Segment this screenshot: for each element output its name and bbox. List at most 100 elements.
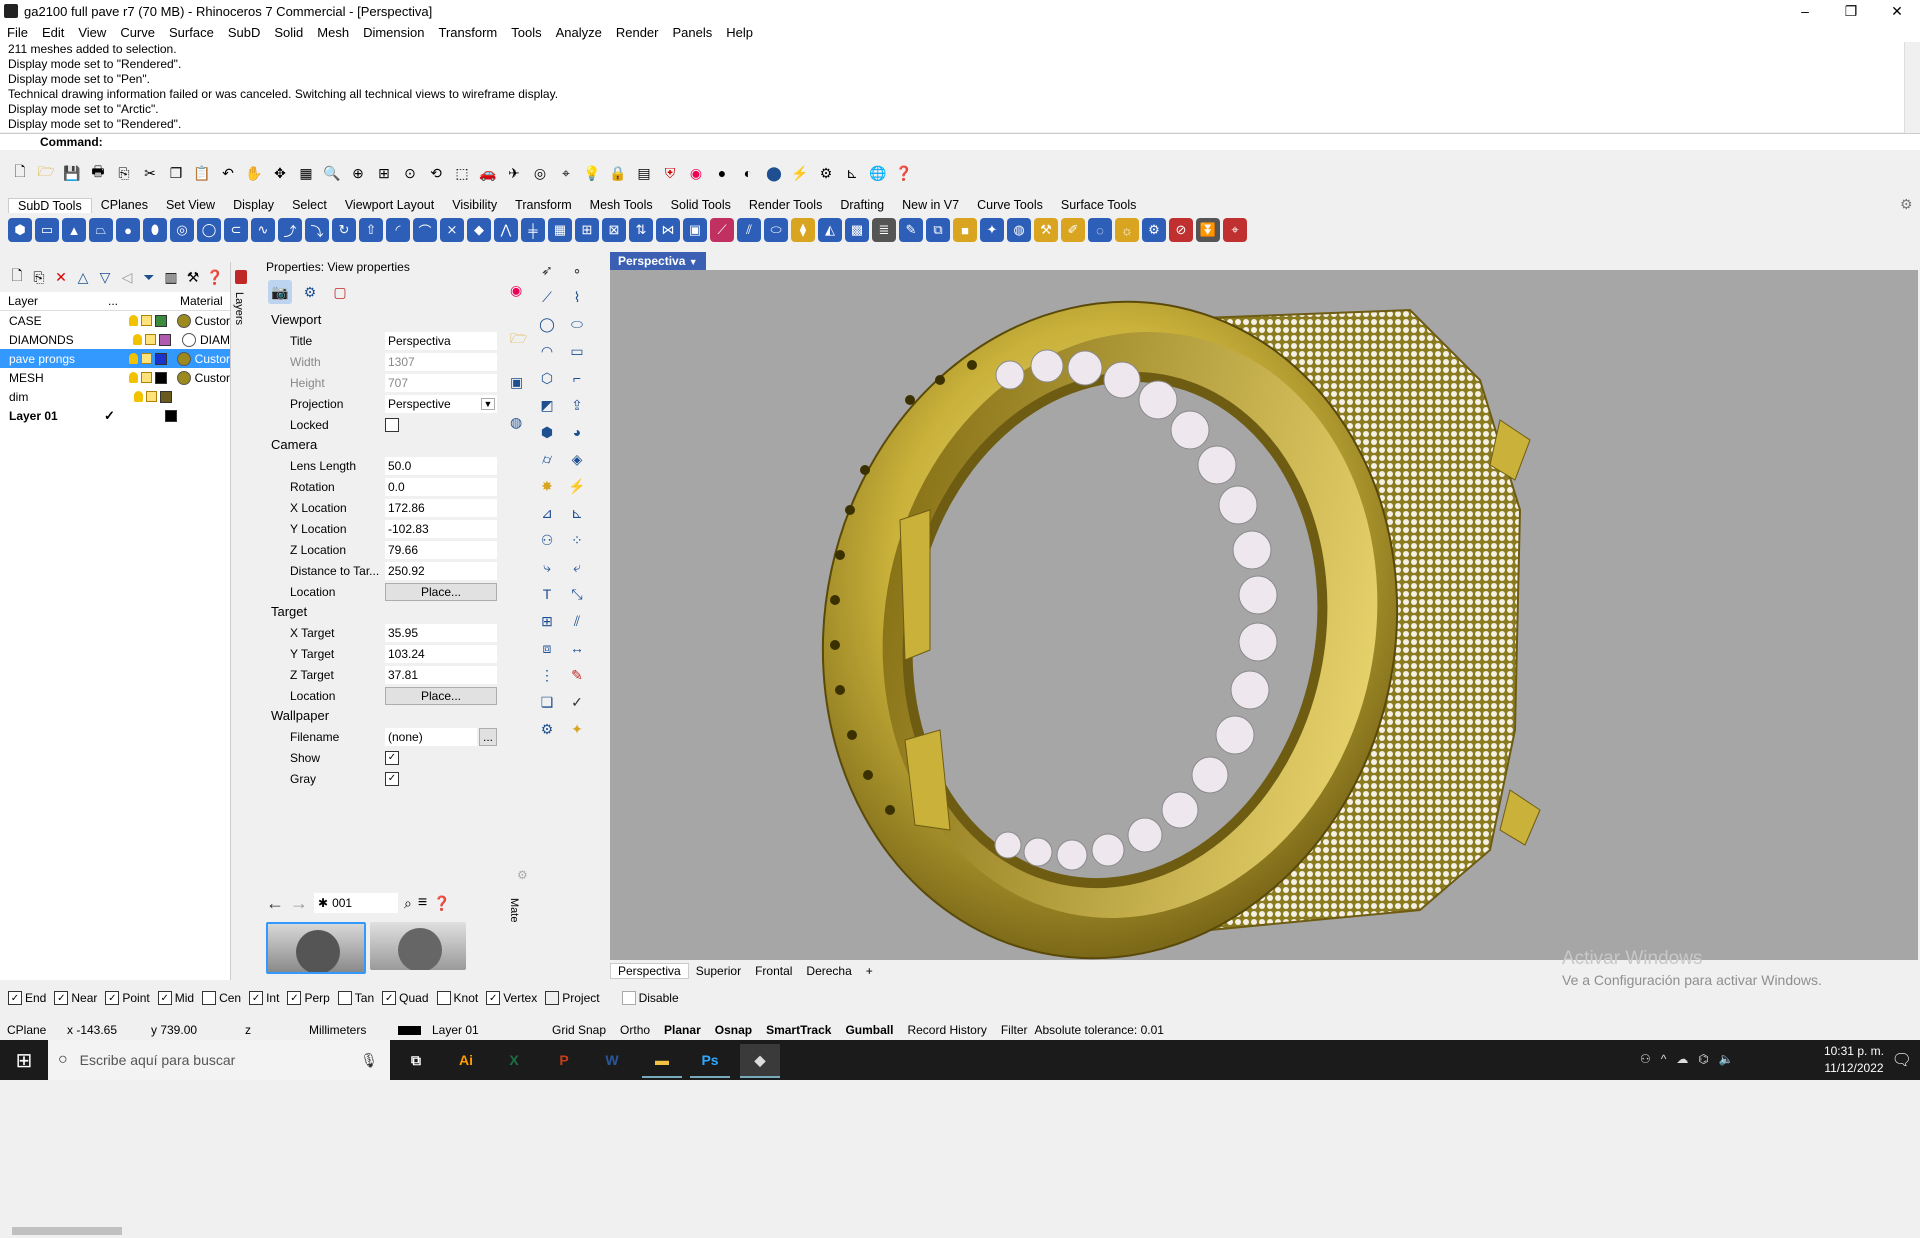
x-location-field[interactable]: 172.86 [385, 498, 497, 517]
osnap-checkbox[interactable]: ✓ [249, 991, 264, 1005]
forward-arrow-icon[interactable]: → [290, 893, 308, 914]
zoom-selected-icon[interactable]: ⊙ [398, 161, 422, 185]
zoom-icon[interactable]: 🔍 [320, 161, 344, 185]
lock-icon[interactable]: 🔒 [606, 161, 630, 185]
ortho-toggle[interactable]: Ortho [613, 1023, 657, 1037]
menu-analyze[interactable]: Analyze [549, 25, 609, 40]
network-icon[interactable]: ⌬ [1698, 1052, 1708, 1066]
subd-no-icon[interactable]: ⊘ [1169, 218, 1193, 242]
rectangle-icon[interactable]: ▭ [565, 339, 589, 363]
extrude-curve-icon[interactable]: ⇪ [565, 393, 589, 417]
plane-icon[interactable]: ✈ [502, 161, 526, 185]
material-column-header[interactable]: Material [180, 294, 223, 308]
cylinder-tool-icon[interactable]: ⌭ [535, 447, 559, 471]
subd-shelf-icon[interactable]: ⧫ [791, 218, 815, 242]
subd-box-icon[interactable]: ⬢ [8, 218, 32, 242]
osnap-checkbox[interactable]: ✓ [287, 991, 302, 1005]
viewport-menu-icon[interactable]: ▼ [689, 257, 698, 267]
dimension-icon[interactable]: ⊾ [840, 161, 864, 185]
command-history[interactable]: 211 meshes added to selection. Display m… [0, 42, 1913, 132]
osnap-checkbox[interactable]: ✓ [382, 991, 397, 1005]
polygon-icon[interactable]: ⬡ [535, 366, 559, 390]
subd-sun-icon[interactable]: ☼ [1115, 218, 1139, 242]
osnap-perp[interactable]: ✓ Perp [287, 991, 330, 1005]
join-icon[interactable]: ⤷ [535, 555, 559, 579]
menu-solid[interactable]: Solid [267, 25, 310, 40]
display-icon[interactable]: ▣ [510, 374, 523, 391]
minimize-button[interactable]: – [1782, 0, 1828, 22]
move-down-icon[interactable]: ▽ [96, 265, 114, 289]
osnap-checkbox[interactable]: ✓ [105, 991, 120, 1005]
dimension-tool-icon[interactable]: ↔ [565, 636, 589, 660]
subd-list-icon[interactable]: ≣ [872, 218, 896, 242]
shaded-sphere-icon[interactable]: ● [710, 161, 734, 185]
osnap-checkbox[interactable]: ✓ [8, 991, 22, 1005]
subd-patch-icon[interactable]: ◭ [818, 218, 842, 242]
subd-wand-icon[interactable]: ⚒ [1034, 218, 1058, 242]
subd-truncated-cone-icon[interactable]: ⏢ [89, 218, 113, 242]
y-location-field[interactable]: -102.83 [385, 519, 497, 538]
cut-icon[interactable]: ✂ [138, 161, 162, 185]
mesh-tool-2-icon[interactable]: ⊾ [565, 501, 589, 525]
subd-insert-edge-icon[interactable]: ╪ [521, 218, 545, 242]
offset-icon[interactable]: ⫽ [565, 609, 589, 633]
material-thumbnail[interactable] [370, 922, 466, 970]
tab-surface-tools[interactable]: Surface Tools [1052, 198, 1146, 212]
paste-icon[interactable]: 📋 [190, 161, 214, 185]
osnap-checkbox[interactable]: ✓ [54, 991, 69, 1005]
rotate-view-icon[interactable]: ✥ [268, 161, 292, 185]
material-name[interactable]: DIAM [200, 333, 230, 347]
osnap-checkbox[interactable] [202, 991, 217, 1005]
smarttrack-toggle[interactable]: SmartTrack [759, 1023, 838, 1037]
subd-cone-icon[interactable]: ▲ [62, 218, 86, 242]
tab-render-tools[interactable]: Render Tools [740, 198, 831, 212]
people-icon[interactable]: ⚇ [1640, 1052, 1651, 1066]
camera-place-button[interactable]: Place... [385, 582, 497, 601]
restore-button[interactable]: ❐ [1828, 0, 1874, 22]
z-location-field[interactable]: 79.66 [385, 540, 497, 559]
camera-page-icon[interactable]: 📷 [268, 280, 292, 304]
layer-wrench-icon[interactable]: ⚒ [184, 265, 202, 289]
boolean-difference-icon[interactable]: ⚡ [565, 474, 589, 498]
cplane-label[interactable]: CPlane [0, 1023, 60, 1037]
subd-offset-icon[interactable]: ⬭ [764, 218, 788, 242]
subd-subdivide-icon[interactable]: ⊞ [575, 218, 599, 242]
layer-column-header[interactable]: Layer [0, 294, 108, 308]
tab-curve-tools[interactable]: Curve Tools [968, 198, 1052, 212]
new-layer-icon[interactable]: 🗋 [8, 265, 26, 289]
osnap-checkbox[interactable]: ✓ [486, 991, 501, 1005]
tab-drafting[interactable]: Drafting [831, 198, 893, 212]
check-icon[interactable]: ✓ [565, 690, 589, 714]
ellipse-icon[interactable]: ⬭ [565, 312, 589, 336]
layer-row-layer-01[interactable]: Layer 01 ✓ [0, 406, 230, 425]
subd-mesh-grid-icon[interactable]: ▦ [548, 218, 572, 242]
osnap-checkbox[interactable]: ✓ [157, 991, 172, 1005]
windows-start-icon[interactable]: ⊞ [0, 1040, 48, 1080]
shield-icon[interactable]: ⛨ [658, 161, 682, 185]
open-folder-icon[interactable]: 🗁 [34, 161, 58, 185]
show-checkbox[interactable]: ✓ [385, 750, 399, 765]
materials-tab[interactable]: Mate [508, 898, 520, 922]
print-icon[interactable]: 🖶 [86, 161, 110, 185]
menu-panels[interactable]: Panels [665, 25, 719, 40]
boolean-union-icon[interactable]: ✸ [535, 474, 559, 498]
height-field[interactable]: 707 [385, 373, 497, 392]
tab-solid-tools[interactable]: Solid Tools [662, 198, 740, 212]
undo-icon[interactable]: ↶ [216, 161, 240, 185]
tray-chevron-icon[interactable]: ^ [1661, 1052, 1667, 1066]
gumball-toggle[interactable]: Gumball [838, 1023, 900, 1037]
title-field[interactable]: Perspectiva [385, 331, 497, 350]
osnap-end[interactable]: ✓ End [8, 991, 46, 1005]
subd-weld-icon[interactable]: ⋈ [656, 218, 680, 242]
polyline-icon[interactable]: ⟋ [535, 285, 559, 309]
subd-extrude-icon[interactable]: ⇧ [359, 218, 383, 242]
tab-mesh-tools[interactable]: Mesh Tools [581, 198, 662, 212]
menu-mesh[interactable]: Mesh [310, 25, 356, 40]
current-column-header[interactable]: ... [108, 294, 180, 308]
curve-icon[interactable]: ⌇ [565, 285, 589, 309]
distance-field[interactable]: 250.92 [385, 561, 497, 580]
layer-color-swatch[interactable] [154, 371, 167, 384]
points-on-icon[interactable]: ⁘ [565, 528, 589, 552]
subd-cylinder-icon[interactable]: ▭ [35, 218, 59, 242]
tab-subd-tools[interactable]: SubD Tools [8, 197, 92, 213]
